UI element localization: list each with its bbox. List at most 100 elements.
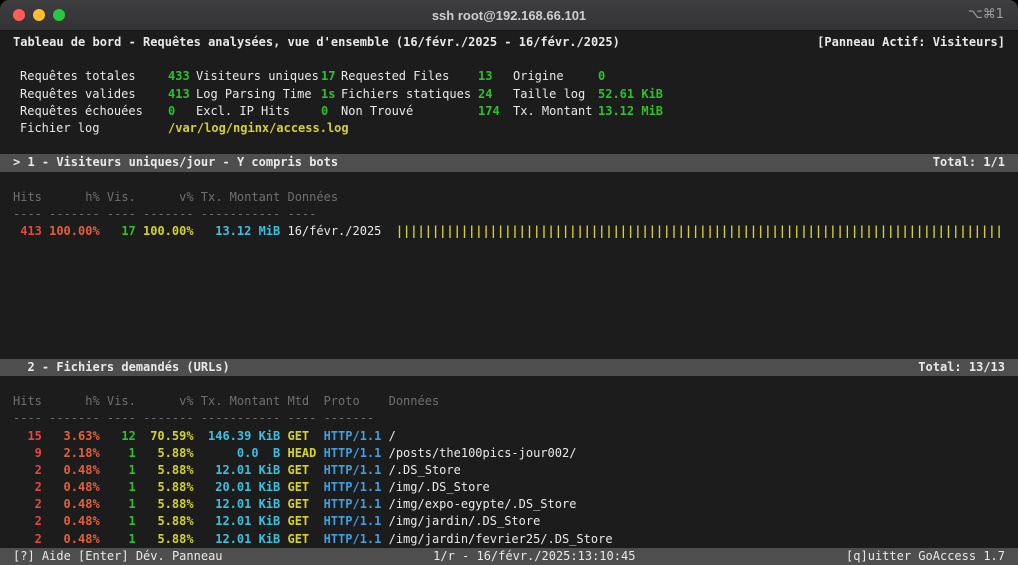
http-method: GET bbox=[287, 496, 316, 513]
tx-amount: 20.01 KiB bbox=[201, 479, 280, 496]
status-timestamp: 1/r - 16/févr./2025:13:10:45 bbox=[223, 548, 847, 565]
minimize-button[interactable] bbox=[33, 9, 45, 21]
divider: ------- bbox=[143, 410, 194, 427]
window-title: ssh root@192.168.66.101 bbox=[0, 8, 1018, 23]
divider: ---- bbox=[287, 206, 316, 223]
hits-value: 2 bbox=[13, 479, 42, 496]
stat-label: Fichier log bbox=[20, 120, 168, 137]
stat-label: Requêtes totales bbox=[20, 68, 168, 85]
zoom-button[interactable] bbox=[53, 9, 65, 21]
status-bar: [?] Aide [Enter] Dév. Panneau1/r - 16/fé… bbox=[0, 548, 1018, 565]
url-table-row[interactable]: 20.48%15.88%12.01 KiBGETHTTP/1.1/img/exp… bbox=[0, 496, 1018, 513]
hits-value: 2 bbox=[13, 513, 42, 530]
http-protocol: HTTP/1.1 bbox=[324, 531, 382, 548]
url-table-row[interactable]: 153.63%1270.59%146.39 KiBGETHTTP/1.1/ bbox=[0, 428, 1018, 445]
visitors-percent: 5.88% bbox=[143, 496, 194, 513]
panel2-total: Total: 13/13 bbox=[918, 359, 1005, 376]
column-header-method: Mtd bbox=[287, 393, 316, 410]
divider: ----------- bbox=[201, 206, 280, 223]
url-value: /img/.DS_Store bbox=[389, 479, 490, 496]
panel1-divider-row: ------------------------------------- bbox=[0, 206, 1018, 223]
http-method: GET bbox=[287, 513, 316, 530]
hits-percent: 3.63% bbox=[49, 428, 100, 445]
terminal-window: ssh root@192.168.66.101 ⌥⌘1 Tableau de b… bbox=[0, 0, 1018, 565]
stat-value: 174 bbox=[478, 103, 513, 120]
visitors-percent: 100.00% bbox=[143, 223, 194, 240]
stat-label: Requêtes valides bbox=[20, 86, 168, 103]
dashboard-header: Tableau de bord - Requêtes analysées, vu… bbox=[0, 34, 1018, 51]
http-method: GET bbox=[287, 428, 316, 445]
divider: ---- bbox=[107, 410, 136, 427]
visitors-value: 1 bbox=[107, 531, 136, 548]
hits-value: 413 bbox=[13, 223, 42, 240]
terminal-screen[interactable]: Tableau de bord - Requêtes analysées, vu… bbox=[0, 31, 1018, 565]
stat-value: 13 bbox=[478, 68, 513, 85]
url-table-row[interactable]: 20.48%15.88%12.01 KiBGETHTTP/1.1/.DS_Sto… bbox=[0, 462, 1018, 479]
divider: ---- bbox=[287, 410, 316, 427]
panel1-header-bar[interactable]: > 1 - Visiteurs uniques/jour - Y compris… bbox=[0, 154, 1018, 171]
visitors-value: 1 bbox=[107, 479, 136, 496]
stat-value: 0 bbox=[598, 68, 605, 85]
visitors-value: 1 bbox=[107, 513, 136, 530]
column-header-hits-pct: h% bbox=[49, 189, 100, 206]
url-value: /img/jardin/fevrier25/.DS_Store bbox=[389, 531, 613, 548]
url-table-row[interactable]: 92.18%15.88%0.0 BHEADHTTP/1.1/posts/the1… bbox=[0, 445, 1018, 462]
hits-percent: 2.18% bbox=[49, 445, 100, 462]
hits-percent: 100.00% bbox=[49, 223, 100, 240]
visitors-percent: 5.88% bbox=[143, 462, 194, 479]
column-header-hits: Hits bbox=[13, 393, 42, 410]
date-value: 16/févr./2025 bbox=[287, 223, 381, 240]
tx-amount: 12.01 KiB bbox=[201, 462, 280, 479]
visitors-value: 17 bbox=[107, 223, 136, 240]
close-button[interactable] bbox=[13, 9, 25, 21]
url-value: / bbox=[389, 428, 396, 445]
hits-percent: 0.48% bbox=[49, 531, 100, 548]
stat-value: 413 bbox=[168, 86, 196, 103]
bar-chart: ||||||||||||||||||||||||||||||||||||||||… bbox=[396, 223, 1003, 240]
stat-label: Non Trouvé bbox=[341, 103, 478, 120]
hits-value: 2 bbox=[13, 496, 42, 513]
url-value: /.DS_Store bbox=[389, 462, 461, 479]
url-table-row[interactable]: 20.48%15.88%12.01 KiBGETHTTP/1.1/img/jar… bbox=[0, 531, 1018, 548]
column-header-hits: Hits bbox=[13, 189, 42, 206]
visitors-percent: 5.88% bbox=[143, 513, 194, 530]
visitors-value: 1 bbox=[107, 496, 136, 513]
stat-value: 1s bbox=[321, 86, 341, 103]
hits-percent: 0.48% bbox=[49, 479, 100, 496]
stat-value: 24 bbox=[478, 86, 513, 103]
stat-label: Fichiers statiques bbox=[341, 86, 478, 103]
summary-row-logfile: Fichier log/var/log/nginx/access.log bbox=[0, 120, 1018, 137]
http-protocol: HTTP/1.1 bbox=[324, 428, 382, 445]
column-header-tx: Tx. Montant bbox=[201, 189, 280, 206]
active-panel-indicator: [Panneau Actif: Visiteurs] bbox=[817, 34, 1005, 51]
stat-label: Excl. IP Hits bbox=[196, 103, 321, 120]
divider: ---- bbox=[107, 206, 136, 223]
column-header-visitors: Vis. bbox=[107, 393, 136, 410]
panel2-column-headers: Hitsh%Vis.v%Tx. MontantMtdProtoDonnées bbox=[0, 393, 1018, 410]
tx-amount: 0.0 B bbox=[201, 445, 280, 462]
tx-amount: 12.01 KiB bbox=[201, 531, 280, 548]
visitors-value: 1 bbox=[107, 445, 136, 462]
tx-amount: 13.12 MiB bbox=[201, 223, 280, 240]
hits-percent: 0.48% bbox=[49, 513, 100, 530]
summary-row-failed: Requêtes échouées0Excl. IP Hits0Non Trou… bbox=[0, 103, 1018, 120]
url-table-row[interactable]: 20.48%15.88%12.01 KiBGETHTTP/1.1/img/jar… bbox=[0, 513, 1018, 530]
stat-label: Taille log bbox=[513, 86, 598, 103]
window-titlebar[interactable]: ssh root@192.168.66.101 ⌥⌘1 bbox=[0, 0, 1018, 31]
divider: ------- bbox=[49, 410, 100, 427]
summary-row-valid: Requêtes valides413Log Parsing Time1sFic… bbox=[0, 86, 1018, 103]
divider: ---- bbox=[13, 206, 42, 223]
dashboard-title: Tableau de bord - Requêtes analysées, vu… bbox=[13, 34, 620, 51]
visitors-percent: 5.88% bbox=[143, 479, 194, 496]
stat-label: Log Parsing Time bbox=[196, 86, 321, 103]
stat-label: Requested Files bbox=[341, 68, 478, 85]
stat-label: Requêtes échouées bbox=[20, 103, 168, 120]
divider: ------- bbox=[324, 410, 382, 427]
hits-value: 2 bbox=[13, 462, 42, 479]
column-header-data: Données bbox=[287, 189, 338, 206]
panel2-header-bar[interactable]: 2 - Fichiers demandés (URLs)Total: 13/13 bbox=[0, 359, 1018, 376]
http-method: HEAD bbox=[287, 445, 316, 462]
panel1-data-row[interactable]: 413 100.00% 17 100.00% 13.12 MiB 16/févr./202… bbox=[0, 223, 1018, 240]
help-hint: [?] Aide [Enter] Dév. Panneau bbox=[13, 548, 223, 565]
url-table-row[interactable]: 20.48%15.88%20.01 KiBGETHTTP/1.1/img/.DS… bbox=[0, 479, 1018, 496]
